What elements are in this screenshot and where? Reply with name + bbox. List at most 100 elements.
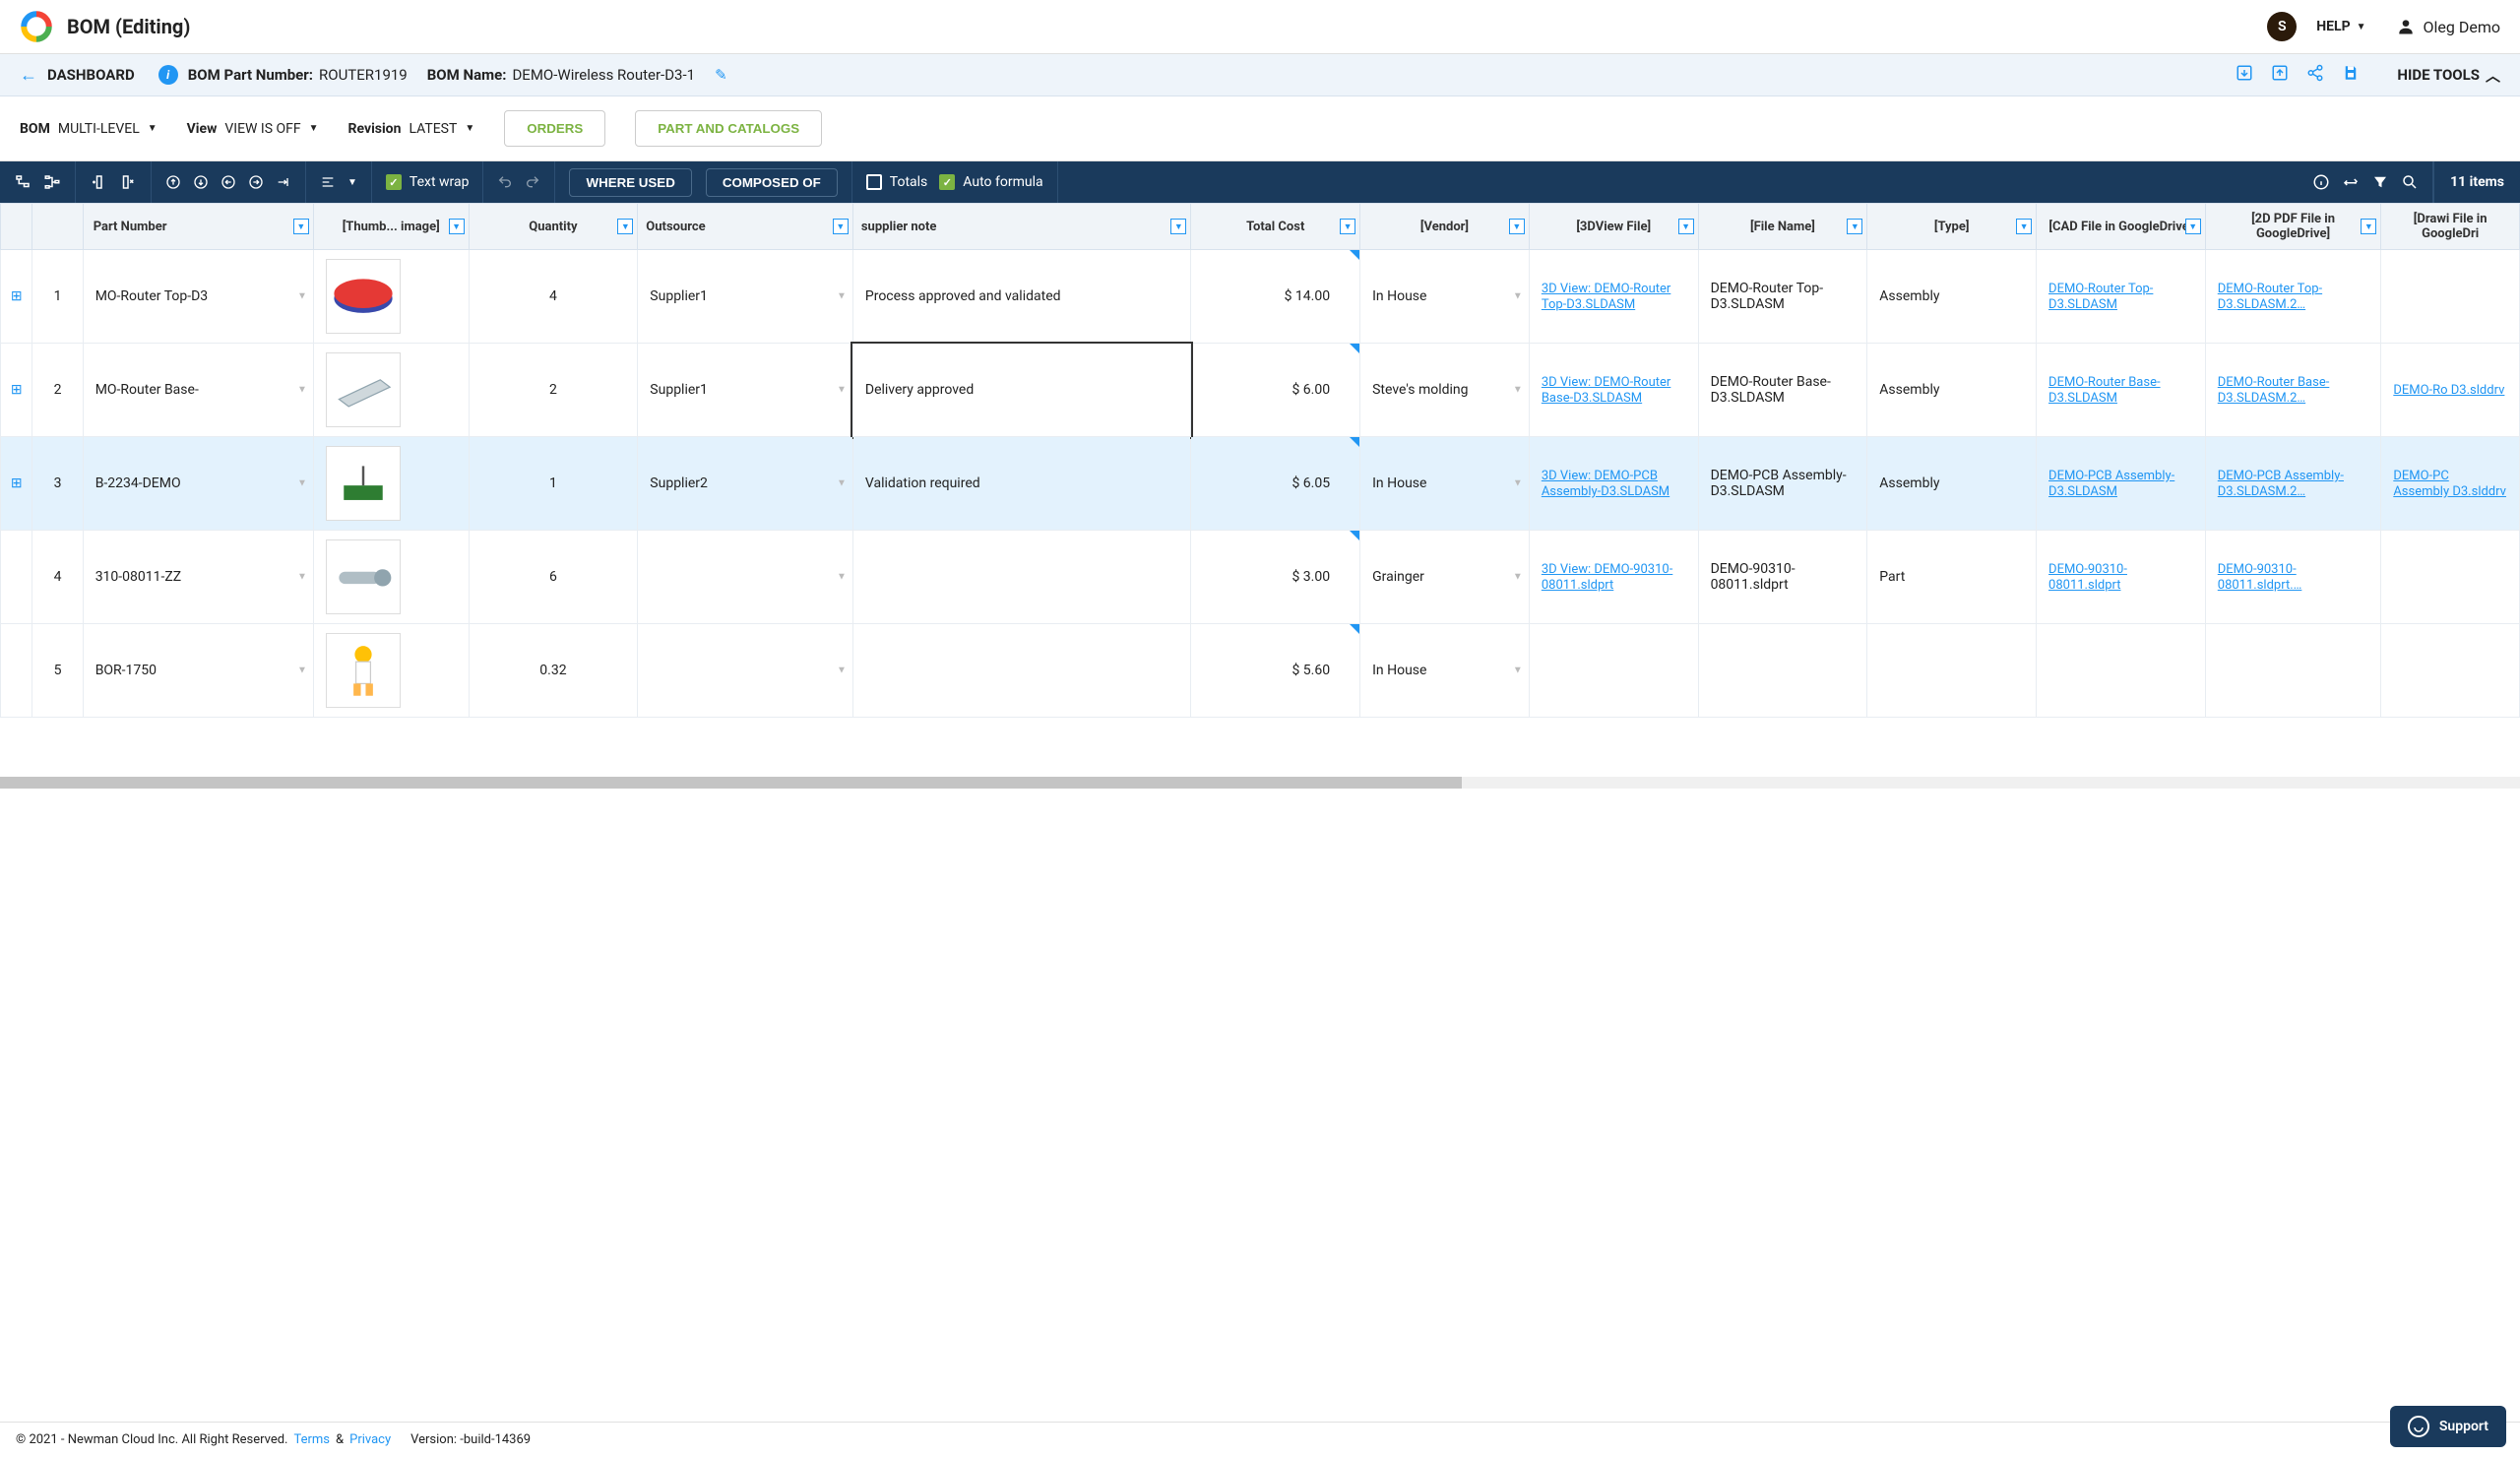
supplier-note-cell[interactable]: Validation required: [852, 437, 1190, 531]
filter-icon[interactable]: [2371, 173, 2389, 191]
chevron-down-icon[interactable]: ▼: [297, 665, 307, 676]
align-icon[interactable]: [320, 174, 336, 190]
thumbnail-cell[interactable]: [313, 250, 469, 344]
filter-icon[interactable]: ▼: [833, 219, 849, 234]
help-menu[interactable]: HELP ▼: [2316, 19, 2365, 34]
pdf-gdrive-cell[interactable]: DEMO-Router Base-D3.SLDASM.2…: [2205, 344, 2381, 437]
pdf-gdrive-cell[interactable]: DEMO-PCB Assembly-D3.SLDASM.2…: [2205, 437, 2381, 531]
filter-icon[interactable]: ▼: [1509, 219, 1525, 234]
table-row[interactable]: ⊞ 1 MO-Router Top-D3▼ 4 Supplier1▼ Proce…: [1, 250, 2520, 344]
supplier-note-cell[interactable]: Delivery approved: [852, 344, 1190, 437]
part-number-cell[interactable]: MO-Router Top-D3▼: [83, 250, 313, 344]
tree-expand-icon[interactable]: [14, 173, 32, 191]
pdf-gdrive-cell[interactable]: [2205, 624, 2381, 718]
add-column-icon[interactable]: [90, 173, 107, 191]
back-arrow-icon[interactable]: ←: [20, 65, 37, 86]
cad-gdrive-cell[interactable]: DEMO-Router Base-D3.SLDASM: [2037, 344, 2206, 437]
arrow-up-circle-icon[interactable]: [165, 174, 181, 190]
pdf-gdrive-cell[interactable]: DEMO-Router Top-D3.SLDASM.2…: [2205, 250, 2381, 344]
user-menu[interactable]: Oleg Demo: [2396, 17, 2500, 36]
outsource-cell[interactable]: Supplier1▼: [638, 250, 853, 344]
expand-row-icon[interactable]: [1, 531, 32, 624]
pdf-link[interactable]: DEMO-PCB Assembly-D3.SLDASM.2…: [2218, 469, 2344, 499]
table-row[interactable]: ⊞ 2 MO-Router Base-▼ 2 Supplier1▼ Delive…: [1, 344, 2520, 437]
chevron-down-icon[interactable]: ▼: [297, 385, 307, 396]
total-cost-cell[interactable]: $ 6.00: [1191, 344, 1360, 437]
chevron-down-icon[interactable]: ▼: [837, 385, 847, 396]
tree-collapse-icon[interactable]: [43, 173, 61, 191]
vendor-cell[interactable]: Steve's molding▼: [1360, 344, 1530, 437]
hide-tools-toggle[interactable]: HIDE TOOLS ︿: [2397, 65, 2500, 86]
share-icon[interactable]: [2306, 64, 2324, 86]
pdf-gdrive-cell[interactable]: DEMO-90310-08011.sldprt.…: [2205, 531, 2381, 624]
chevron-down-icon[interactable]: ▼: [1513, 478, 1523, 489]
col-supplier-note[interactable]: supplier note▼: [852, 204, 1190, 250]
filter-icon[interactable]: ▼: [1170, 219, 1186, 234]
chevron-down-icon[interactable]: ▼: [837, 572, 847, 583]
filter-icon[interactable]: ▼: [2185, 219, 2201, 234]
outsource-cell[interactable]: ▼: [638, 624, 853, 718]
quantity-cell[interactable]: 1: [469, 437, 638, 531]
where-used-button[interactable]: WHERE USED: [569, 168, 691, 197]
col-cad-gdrive[interactable]: [CAD File in GoogleDrive]▼: [2037, 204, 2206, 250]
dashboard-link[interactable]: DASHBOARD: [47, 66, 135, 84]
supplier-note-cell[interactable]: [852, 531, 1190, 624]
terms-link[interactable]: Terms: [293, 1432, 330, 1447]
total-cost-cell[interactable]: $ 5.60: [1191, 624, 1360, 718]
auto-formula-toggle[interactable]: Auto formula: [939, 174, 1042, 190]
filter-icon[interactable]: ▼: [2361, 219, 2376, 234]
thumbnail-cell[interactable]: [313, 344, 469, 437]
col-total-cost[interactable]: Total Cost▼: [1191, 204, 1360, 250]
save-icon[interactable]: [2342, 64, 2360, 86]
quantity-cell[interactable]: 0.32: [469, 624, 638, 718]
info-icon[interactable]: i: [158, 65, 178, 85]
drawing-gdrive-cell[interactable]: [2381, 250, 2520, 344]
total-cost-cell[interactable]: $ 3.00: [1191, 531, 1360, 624]
support-button[interactable]: Support: [2390, 1406, 2506, 1447]
supplier-note-cell[interactable]: Process approved and validated: [852, 250, 1190, 344]
drawing-gdrive-cell[interactable]: [2381, 531, 2520, 624]
3dview-cell[interactable]: [1529, 624, 1698, 718]
orders-button[interactable]: ORDERS: [504, 110, 605, 147]
redo-arrow-icon[interactable]: [276, 174, 291, 190]
supplier-note-cell[interactable]: [852, 624, 1190, 718]
thumbnail-cell[interactable]: [313, 624, 469, 718]
total-cost-cell[interactable]: $ 6.05: [1191, 437, 1360, 531]
outsource-cell[interactable]: Supplier2▼: [638, 437, 853, 531]
vendor-cell[interactable]: In House▼: [1360, 250, 1530, 344]
col-part-number[interactable]: Part Number▼: [83, 204, 313, 250]
chevron-down-icon[interactable]: ▼: [837, 478, 847, 489]
swap-icon[interactable]: [2342, 173, 2360, 191]
part-number-cell[interactable]: B-2234-DEMO▼: [83, 437, 313, 531]
view-dropdown[interactable]: View VIEW IS OFF ▼: [187, 121, 319, 137]
totals-toggle[interactable]: Totals: [866, 174, 928, 190]
arrow-left-circle-icon[interactable]: [220, 174, 236, 190]
chevron-down-icon[interactable]: ▼: [297, 572, 307, 583]
cad-gdrive-cell[interactable]: DEMO-PCB Assembly-D3.SLDASM: [2037, 437, 2206, 531]
col-file-name[interactable]: [File Name]▼: [1698, 204, 1867, 250]
drawing-link[interactable]: DEMO-PC Assembly D3.slddrv: [2393, 469, 2506, 499]
cad-link[interactable]: DEMO-Router Base-D3.SLDASM: [2048, 375, 2161, 406]
remove-column-icon[interactable]: [119, 173, 137, 191]
col-type[interactable]: [Type]▼: [1867, 204, 2037, 250]
quantity-cell[interactable]: 2: [469, 344, 638, 437]
vendor-cell[interactable]: In House▼: [1360, 437, 1530, 531]
col-thumb[interactable]: [Thumb... image]▼: [313, 204, 469, 250]
col-pdf-gdrive[interactable]: [2D PDF File in GoogleDrive]▼: [2205, 204, 2381, 250]
quantity-cell[interactable]: 6: [469, 531, 638, 624]
cad-gdrive-cell[interactable]: DEMO-90310-08011.sldprt: [2037, 531, 2206, 624]
arrow-down-circle-icon[interactable]: [193, 174, 209, 190]
filter-icon[interactable]: ▼: [1678, 219, 1694, 234]
pdf-link[interactable]: DEMO-90310-08011.sldprt.…: [2218, 562, 2302, 593]
bom-level-dropdown[interactable]: BOM MULTI-LEVEL ▼: [20, 121, 158, 137]
filter-icon[interactable]: ▼: [2016, 219, 2032, 234]
revision-dropdown[interactable]: Revision LATEST ▼: [348, 121, 475, 137]
3dview-link[interactable]: 3D View: DEMO-Router Base-D3.SLDASM: [1542, 375, 1671, 406]
table-row[interactable]: ⊞ 3 B-2234-DEMO▼ 1 Supplier2▼ Validation…: [1, 437, 2520, 531]
chevron-down-icon[interactable]: ▼: [1513, 291, 1523, 302]
col-outsource[interactable]: Outsource▼: [638, 204, 853, 250]
thumbnail-cell[interactable]: [313, 437, 469, 531]
chevron-down-icon[interactable]: ▼: [297, 478, 307, 489]
drawing-gdrive-cell[interactable]: DEMO-PC Assembly D3.slddrv: [2381, 437, 2520, 531]
expand-row-icon[interactable]: ⊞: [1, 250, 32, 344]
